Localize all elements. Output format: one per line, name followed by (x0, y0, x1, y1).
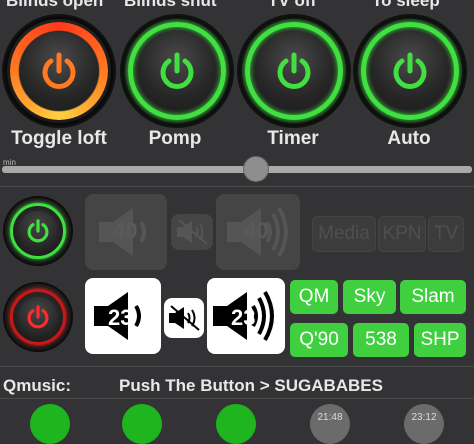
radio-volume-up-button[interactable]: 23 (207, 278, 285, 354)
tv-volume-up-value: 40 (244, 218, 269, 243)
toggle-loft-label: Toggle loft (11, 128, 107, 149)
timer-button[interactable] (239, 16, 349, 126)
station-slam-button[interactable]: Slam (400, 280, 466, 314)
power-icon (160, 52, 194, 89)
kpn-button[interactable]: KPN (378, 216, 426, 252)
now-playing-track: Push The Button > SUGABABES (119, 376, 383, 395)
top-label-to-sleep: To sleep (372, 0, 440, 10)
speaker-mute-icon (169, 305, 200, 331)
power-icon (27, 219, 49, 243)
media-button[interactable]: Media (312, 216, 376, 252)
pomp-label: Pomp (148, 128, 202, 149)
timer-time-label: 23:12 (411, 412, 437, 423)
power-icon (393, 52, 427, 89)
tv-power-button[interactable] (5, 198, 71, 264)
timer-label: Timer (267, 128, 319, 149)
speaker-mute-icon (177, 219, 208, 245)
radio-volume-down-button[interactable]: 23 (85, 278, 161, 354)
timer-dot[interactable] (404, 404, 444, 444)
divider (0, 366, 474, 367)
radio-volume-up-value: 23 (231, 305, 256, 330)
status-dot[interactable] (122, 404, 162, 444)
pomp-button[interactable] (122, 16, 232, 126)
dimmer-slider-track[interactable] (2, 166, 472, 173)
power-icon (42, 52, 76, 89)
dimmer-slider-thumb[interactable] (243, 157, 268, 181)
timer-time-label: 21:48 (317, 412, 343, 423)
divider (0, 398, 474, 399)
status-dot[interactable] (30, 404, 70, 444)
radio-power-button[interactable] (5, 284, 71, 350)
station-sky-button[interactable]: Sky (343, 280, 396, 314)
auto-label: Auto (387, 128, 431, 149)
tv-volume-down-button[interactable]: 40 (85, 194, 167, 270)
radio-mute-button[interactable] (164, 298, 204, 338)
status-dot[interactable] (216, 404, 256, 444)
timer-dot[interactable] (310, 404, 350, 444)
top-label-tv-off: TV off (268, 0, 317, 10)
tv-volume-up-button[interactable]: 40 (216, 194, 300, 270)
power-icon (27, 305, 49, 329)
station-q90-button[interactable]: Q'90 (290, 323, 348, 357)
station-qm-button[interactable]: QM (290, 280, 338, 314)
toggle-loft-button[interactable] (4, 16, 114, 126)
station-shp-button[interactable]: SHP (414, 323, 466, 357)
tv-button[interactable]: TV (428, 216, 464, 252)
radio-volume-down-value: 23 (108, 305, 133, 330)
top-label-blinds-open: Blinds open (6, 0, 104, 10)
power-icon (277, 52, 311, 89)
top-label-blinds-shut: Blinds shut (124, 0, 217, 10)
tv-mute-button[interactable] (171, 214, 213, 250)
now-playing-station: Qmusic: (3, 376, 72, 395)
station-538-button[interactable]: 538 (353, 323, 409, 357)
divider (0, 186, 474, 187)
auto-button[interactable] (355, 16, 465, 126)
tv-volume-down-value: 40 (113, 218, 138, 243)
